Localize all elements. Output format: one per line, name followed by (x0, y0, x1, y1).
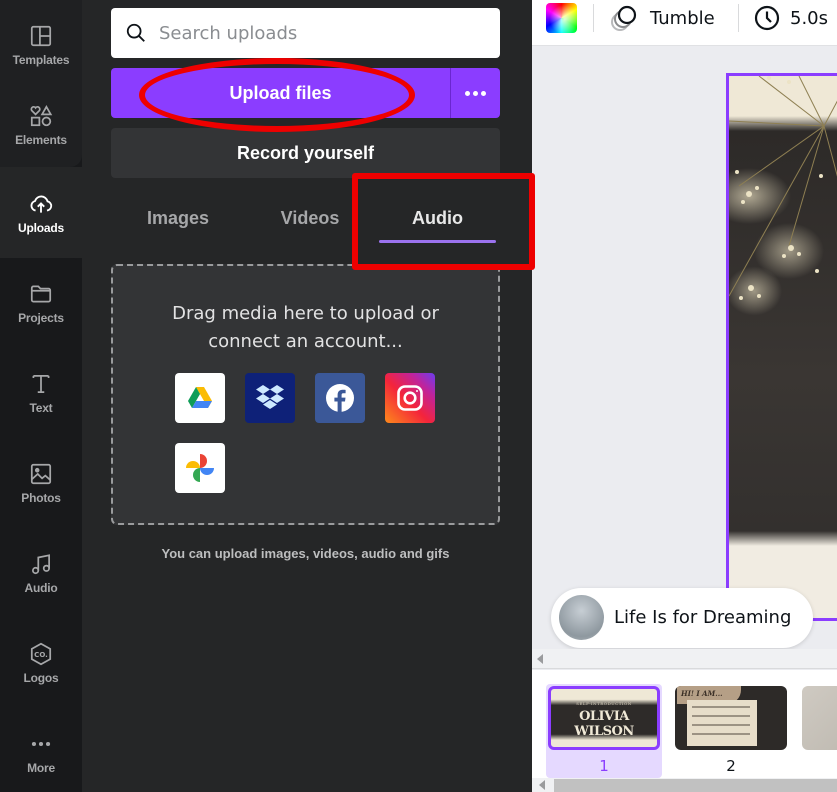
duration-button[interactable]: 5.0s (754, 0, 828, 36)
page-number: 2 (726, 757, 736, 775)
templates-icon (30, 25, 52, 47)
upload-hint-text: You can upload images, videos, audio and… (161, 546, 450, 561)
nav-item-templates[interactable]: Templates (0, 0, 82, 90)
nav-item-uploads[interactable]: Uploads (0, 168, 82, 258)
canva-editor: Templates Elements Uploads Projects Text… (0, 0, 837, 792)
upload-more-options-button[interactable] (450, 68, 500, 118)
google-drive-icon (188, 387, 212, 408)
connect-facebook-button[interactable] (315, 373, 365, 423)
page-thumbnail-strip: SELF-INTRODUCTION OLIVIA WILSON 1 HI! I … (532, 670, 837, 778)
upload-cloud-icon (30, 195, 53, 213)
facebook-icon (326, 384, 354, 412)
upload-dropzone[interactable]: Drag media here to upload or connect an … (111, 264, 500, 525)
instagram-icon (397, 385, 423, 411)
audio-track-thumbnail (559, 595, 604, 640)
logo-hexagon-icon: CO. (30, 642, 52, 666)
more-dots-icon (31, 741, 51, 747)
audio-track-pill[interactable]: Life Is for Dreaming (551, 588, 813, 648)
uploads-panel: Upload files Record yourself Images Vide… (82, 0, 532, 792)
tab-audio[interactable]: Audio (375, 190, 500, 246)
scroll-left-arrow-icon[interactable] (537, 654, 543, 664)
canvas-horizontal-scroll[interactable] (532, 649, 837, 669)
connect-instagram-button[interactable] (385, 373, 435, 423)
record-yourself-button[interactable]: Record yourself (111, 128, 500, 178)
toolbar-divider (593, 4, 594, 32)
nav-item-logos[interactable]: CO. Logos (0, 618, 82, 708)
duration-label: 5.0s (790, 7, 829, 29)
page-thumbnail-image (802, 686, 837, 750)
color-picker-button[interactable] (546, 3, 577, 33)
search-box[interactable] (111, 8, 500, 58)
nav-item-more[interactable]: More (0, 708, 82, 792)
text-icon (32, 375, 50, 393)
clock-icon (754, 5, 780, 31)
page-thumbnail-2[interactable]: HI! I AM... 2 (673, 684, 789, 778)
nav-rail: Templates Elements Uploads Projects Text… (0, 0, 82, 792)
toolbar-divider (738, 4, 739, 32)
upload-files-button[interactable]: Upload files (111, 68, 450, 118)
dried-flower-image (729, 76, 837, 300)
connect-google-photos-button[interactable] (175, 443, 225, 493)
elements-icon (30, 105, 53, 127)
page-thumbnail-3[interactable] (800, 684, 837, 778)
page-thumbnail-image: HI! I AM... (675, 686, 787, 750)
search-input[interactable] (159, 22, 479, 44)
tab-images[interactable]: Images (111, 190, 245, 246)
svg-text:CO.: CO. (34, 650, 48, 659)
page-thumbnail-1[interactable]: SELF-INTRODUCTION OLIVIA WILSON 1 (546, 684, 662, 778)
animation-button[interactable]: Tumble (610, 0, 715, 36)
connect-google-drive-button[interactable] (175, 373, 225, 423)
animation-tumble-icon (611, 5, 637, 31)
page-strip-scrollbar[interactable] (532, 778, 837, 792)
nav-item-text[interactable]: Text (0, 348, 82, 438)
animation-label: Tumble (650, 7, 715, 29)
scroll-left-arrow-icon[interactable] (539, 780, 545, 790)
folder-icon (30, 285, 52, 303)
nav-item-elements[interactable]: Elements (0, 80, 82, 170)
connect-dropbox-button[interactable] (245, 373, 295, 423)
image-icon (30, 463, 52, 485)
design-page[interactable] (726, 73, 837, 621)
media-type-tabs: Images Videos Audio (111, 190, 500, 246)
dropbox-icon (256, 385, 284, 409)
search-icon (126, 23, 145, 42)
upload-button-group: Upload files (111, 68, 500, 118)
nav-item-photos[interactable]: Photos (0, 438, 82, 528)
more-dots-icon (465, 90, 470, 96)
music-note-icon (32, 554, 50, 575)
nav-item-projects[interactable]: Projects (0, 258, 82, 348)
page-thumbnail-image: SELF-INTRODUCTION OLIVIA WILSON (548, 686, 660, 750)
google-photos-icon (186, 454, 214, 482)
scrollbar-thumb[interactable] (554, 779, 837, 792)
audio-track-title: Life Is for Dreaming (614, 607, 792, 628)
nav-item-audio[interactable]: Audio (0, 528, 82, 618)
tab-videos[interactable]: Videos (245, 190, 375, 246)
editor-toolbar: Tumble 5.0s (532, 0, 837, 46)
page-number: 1 (599, 757, 609, 775)
dropzone-text: Drag media here to upload or connect an … (172, 303, 439, 352)
